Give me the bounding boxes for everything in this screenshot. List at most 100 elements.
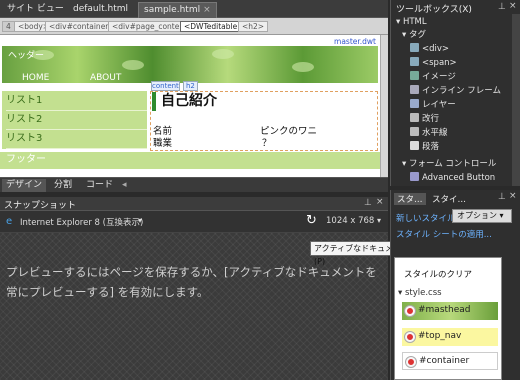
toolbox-item-span[interactable]: <span> <box>410 57 457 69</box>
item-label: イメージ <box>422 72 456 82</box>
attach-stylesheet-link[interactable]: スタイル シートの適用... <box>396 228 492 240</box>
nav-about[interactable]: ABOUT <box>90 73 121 83</box>
item-label: <span> <box>422 58 457 68</box>
toolbox-item-advanced-button[interactable]: Advanced Button <box>410 172 495 184</box>
browser-select[interactable]: Internet Explorer 8 (互換表示) <box>20 216 143 228</box>
style-dot-icon <box>406 357 416 367</box>
options-button[interactable]: オプション ▾ <box>452 209 512 223</box>
snapshot-title: スナップショット <box>4 201 77 211</box>
chevron-down-icon[interactable]: ▾ <box>377 216 381 225</box>
stylesheet-name: style.css <box>404 288 442 298</box>
clear-styles-button[interactable]: スタイルのクリア <box>404 268 472 280</box>
view-mode-bar: デザイン 分割 コード ◂ <box>0 177 388 192</box>
paragraph-icon <box>410 141 419 150</box>
design-canvas[interactable]: master.dwt ヘッダー HOME ABOUT リスト1 リスト2 リスト… <box>0 35 380 177</box>
close-icon[interactable]: × <box>376 197 384 207</box>
style-item-container[interactable]: #container <box>402 352 498 370</box>
sidebar-item[interactable]: リスト3 <box>6 130 147 149</box>
footer[interactable]: フッター <box>0 152 380 169</box>
stylesheet-group[interactable]: ▾ style.css <box>398 288 442 298</box>
tab-label: sample.html <box>144 5 201 15</box>
breadcrumb-nav-button[interactable]: 4 <box>2 21 15 32</box>
row-value: ？ <box>262 138 272 149</box>
item-label: 水平線 <box>422 128 448 138</box>
toolbox-scrollbar[interactable] <box>512 14 520 186</box>
close-icon[interactable]: × <box>203 5 211 15</box>
document-tab-bar: サイト ビュー default.html sample.html × <box>0 0 388 18</box>
section-form-controls[interactable]: ▾ フォーム コントロール <box>402 158 496 170</box>
layer-icon <box>410 99 419 108</box>
refresh-icon[interactable]: ↻ <box>306 213 317 228</box>
break-icon <box>410 113 419 122</box>
toolbox-item-layer[interactable]: レイヤー <box>410 99 456 111</box>
chevron-down-icon: ▾ <box>497 211 504 220</box>
style-name: #container <box>419 356 470 366</box>
resolution-select[interactable]: 1024 x 768 <box>326 216 374 226</box>
tag-breadcrumb: 4 <body> <div#container> <div#page_conte… <box>0 18 388 35</box>
toolbox-header: ツールボックス(X) ⊥ × <box>390 1 520 16</box>
toolbox-item-paragraph[interactable]: 段落 <box>410 141 439 153</box>
sidebar-item[interactable]: リスト2 <box>6 111 147 130</box>
header-label: ヘッダー <box>8 51 45 61</box>
section-html[interactable]: ▾ HTML <box>396 16 427 28</box>
style-name: #top_nav <box>418 331 462 341</box>
chevron-down-icon: ▾ <box>396 17 403 27</box>
toolbox-item-break[interactable]: 改行 <box>410 113 439 125</box>
toolbox-item-hr[interactable]: 水平線 <box>410 127 448 139</box>
tab-code[interactable]: コード <box>82 179 117 192</box>
tab-style-application[interactable]: スタイ… <box>432 193 466 205</box>
tab-label: サイト ビュー <box>7 4 64 14</box>
tab-styles[interactable]: スタ… <box>394 193 426 205</box>
breadcrumb-h2[interactable]: <h2> <box>238 21 269 32</box>
section-label: タグ <box>408 30 426 40</box>
master-template-label: master.dwt <box>334 37 376 46</box>
pin-icon[interactable]: ⊥ <box>364 198 372 208</box>
snapshot-message: プレビューするにはページを保存するか、[アクティブなドキュメントを常にプレビュー… <box>6 265 377 299</box>
chevron-down-icon: ▾ <box>402 159 409 169</box>
tab-split[interactable]: 分割 <box>50 179 76 192</box>
section-tags[interactable]: ▾ タグ <box>402 29 426 41</box>
canvas-scrollbar[interactable] <box>380 35 388 177</box>
page-heading[interactable]: 自己紹介 <box>152 92 376 111</box>
style-name: #masthead <box>418 305 471 315</box>
item-label: 段落 <box>422 142 440 152</box>
styles-tab-bar: スタ… スタイ… ⊥ × <box>390 191 520 206</box>
style-dot-icon <box>405 332 415 342</box>
section-label: フォーム コントロール <box>408 159 497 169</box>
tab-site-view[interactable]: サイト ビュー <box>2 2 69 18</box>
item-label: <div> <box>422 44 450 54</box>
chevron-down-icon[interactable]: ▾ <box>138 216 142 225</box>
content-region-tag: content <box>151 81 180 91</box>
style-item-masthead[interactable]: #masthead <box>402 302 498 320</box>
options-label: オプション <box>457 211 497 220</box>
tab-default-html[interactable]: default.html <box>68 2 133 18</box>
item-label: レイヤー <box>422 100 456 110</box>
nav-home[interactable]: HOME <box>22 73 49 83</box>
close-icon[interactable]: × <box>509 191 517 201</box>
scroll-left-icon[interactable]: ◂ <box>118 179 131 192</box>
iframe-icon <box>410 85 419 94</box>
item-label: インライン フレーム <box>422 86 501 96</box>
section-label: HTML <box>402 17 427 27</box>
toolbox-item-div[interactable]: <div> <box>410 43 449 55</box>
sidebar-list: リスト1 リスト2 リスト3 <box>2 91 147 149</box>
style-dot-icon <box>405 306 415 316</box>
item-label: Advanced Button <box>422 173 496 183</box>
toolbox-item-iframe[interactable]: インライン フレーム <box>410 85 501 97</box>
row-label: 職業 <box>153 138 173 149</box>
pin-icon[interactable]: ⊥ <box>498 2 506 12</box>
item-label: 改行 <box>422 114 440 124</box>
toolbox-item-image[interactable]: イメージ <box>410 71 456 83</box>
tab-sample-html[interactable]: sample.html × <box>138 2 217 18</box>
ie-icon: e <box>6 216 13 227</box>
pin-icon[interactable]: ⊥ <box>498 192 506 202</box>
close-icon[interactable]: × <box>509 1 517 11</box>
snapshot-panel-header: スナップショット ⊥ × <box>0 197 388 211</box>
tab-design[interactable]: デザイン <box>2 179 47 192</box>
app-window: サイト ビュー default.html sample.html × 4 <bod… <box>0 0 520 380</box>
hr-icon <box>410 127 419 136</box>
style-item-top-nav[interactable]: #top_nav <box>402 328 498 346</box>
sidebar-item[interactable]: リスト1 <box>6 92 147 111</box>
chevron-down-icon: ▾ <box>398 288 405 298</box>
div-icon <box>410 43 419 52</box>
